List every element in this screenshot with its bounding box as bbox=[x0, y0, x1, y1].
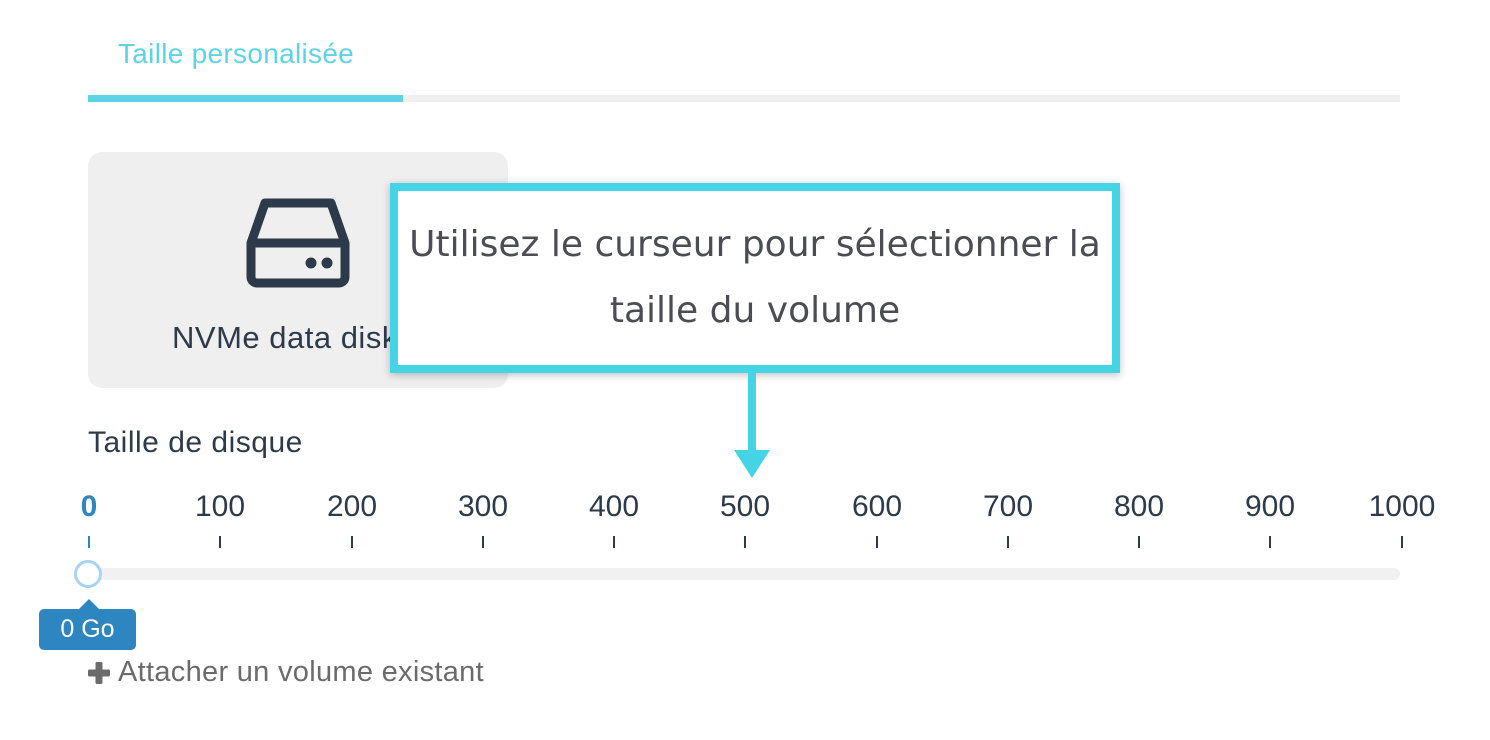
slider-tick-mark bbox=[351, 536, 353, 548]
disk-size-slider-track[interactable] bbox=[88, 568, 1400, 580]
slider-tick-label: 0 bbox=[80, 490, 98, 523]
slider-tick-label: 400 bbox=[588, 490, 640, 523]
disk-type-label: NVMe data disk bbox=[172, 320, 398, 355]
slider-tick-mark bbox=[1269, 536, 1271, 548]
hard-drive-icon bbox=[246, 198, 350, 288]
tab-custom-size[interactable]: Taille personalisée bbox=[118, 38, 354, 70]
slider-tick-label: 900 bbox=[1244, 490, 1296, 523]
tooltip-callout: Utilisez le curseur pour sélectionner la… bbox=[390, 183, 1120, 373]
attach-existing-volume-link[interactable]: Attacher un volume existant bbox=[88, 656, 484, 689]
arrow-head bbox=[734, 450, 770, 478]
disk-size-slider-thumb[interactable] bbox=[74, 560, 102, 588]
slider-tick-label: 300 bbox=[457, 490, 509, 523]
slider-tick-mark bbox=[1007, 536, 1009, 548]
slider-tick-mark bbox=[482, 536, 484, 548]
slider-value-badge: 0 Go bbox=[39, 609, 136, 650]
slider-tick-mark bbox=[1138, 536, 1140, 548]
slider-tick-mark bbox=[744, 536, 746, 548]
attach-existing-volume-label: Attacher un volume existant bbox=[118, 656, 484, 688]
slider-tick-mark bbox=[613, 536, 615, 548]
slider-tick-label: 500 bbox=[719, 490, 771, 523]
slider-tick-label: 800 bbox=[1113, 490, 1165, 523]
slider-tick-mark bbox=[1401, 536, 1403, 548]
value-bubble-caret bbox=[79, 599, 99, 609]
slider-tick-label: 700 bbox=[982, 490, 1034, 523]
callout-text: Utilisez le curseur pour sélectionner la… bbox=[409, 224, 1101, 331]
slider-tick-label: 1000 bbox=[1368, 490, 1436, 523]
slider-tick-label: 600 bbox=[851, 490, 903, 523]
plus-icon bbox=[88, 661, 110, 684]
arrow-down-icon bbox=[748, 372, 756, 454]
volume-config-panel: Taille personalisée NVMe data disk Utili… bbox=[0, 0, 1490, 740]
disk-size-label: Taille de disque bbox=[88, 426, 303, 459]
slider-tick-mark bbox=[219, 536, 221, 548]
slider-tick-mark bbox=[876, 536, 878, 548]
tab-active-indicator bbox=[88, 95, 403, 102]
slider-tick-label: 200 bbox=[326, 490, 378, 523]
slider-tick-mark bbox=[88, 536, 90, 548]
slider-tick-label: 100 bbox=[194, 490, 246, 523]
